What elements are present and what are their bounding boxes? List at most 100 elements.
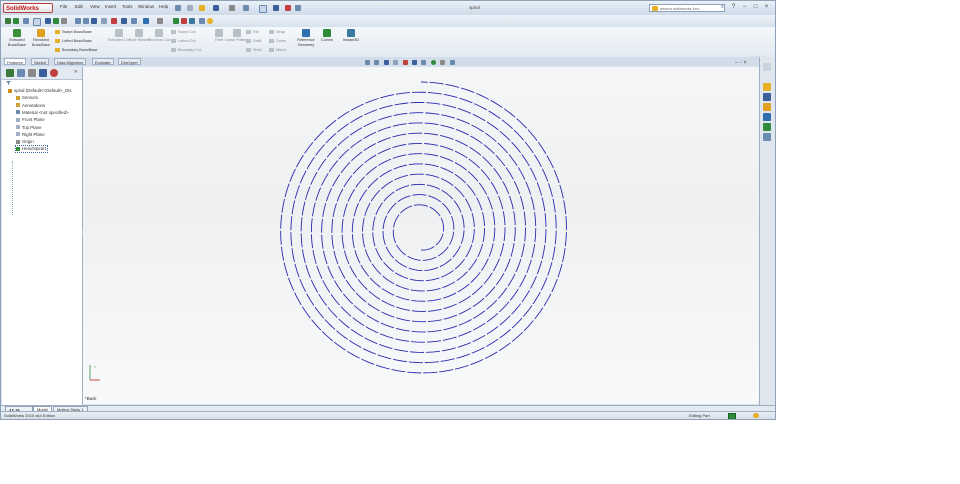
- solidworks-logo[interactable]: SolidWorks: [3, 3, 53, 13]
- search-go-icon[interactable]: ⌕: [719, 4, 726, 11]
- graphics-area[interactable]: Y *Back: [83, 67, 759, 404]
- solidworks-resources-icon[interactable]: [763, 63, 771, 71]
- menu-help[interactable]: Help: [159, 4, 168, 9]
- menu-edit[interactable]: Edit: [75, 4, 83, 9]
- camera-icon[interactable]: [199, 18, 205, 24]
- tab-evaluate[interactable]: Evaluate: [92, 58, 114, 65]
- rib-button[interactable]: Rib: [246, 30, 259, 35]
- wrap-button[interactable]: Wrap: [269, 30, 285, 35]
- photoview-icon[interactable]: [207, 18, 213, 24]
- extruded-boss-base-button[interactable]: Extruded Boss/Base: [5, 29, 29, 47]
- section-view-icon[interactable]: [101, 18, 107, 24]
- tree-node[interactable]: Annotations: [16, 103, 45, 109]
- instant3d-button[interactable]: Instant3D: [339, 29, 363, 43]
- rotate-icon[interactable]: [157, 18, 163, 24]
- tree-node[interactable]: Helix/Spiral1: [15, 145, 48, 154]
- spiral-path[interactable]: [280, 81, 567, 374]
- appearance-icon[interactable]: [53, 18, 59, 24]
- menu-file[interactable]: File: [60, 4, 67, 9]
- mirror-button[interactable]: Mirror: [269, 48, 286, 53]
- zoom-area-icon[interactable]: [83, 18, 89, 24]
- spiral-curve[interactable]: [83, 67, 759, 404]
- custom-properties-icon[interactable]: [763, 133, 771, 141]
- view-orientation-icon[interactable]: [402, 60, 408, 65]
- ambient-icon[interactable]: [189, 18, 195, 24]
- realview-icon[interactable]: [173, 18, 179, 24]
- filter-icon[interactable]: [6, 81, 11, 85]
- undo-icon[interactable]: [243, 5, 249, 11]
- search-input[interactable]: search solidworks kno: [649, 4, 725, 12]
- curves-button[interactable]: Curves: [317, 29, 337, 43]
- tree-node[interactable]: Top Plane: [16, 125, 42, 131]
- menu-tools[interactable]: Tools: [122, 4, 133, 9]
- swept-cut-button[interactable]: Swept Cut: [171, 30, 196, 35]
- design-library-icon[interactable]: [763, 93, 771, 101]
- tree-node[interactable]: Sensors: [16, 95, 38, 101]
- revolved-boss-base-button[interactable]: Revolved Boss/Base: [29, 29, 53, 47]
- pin-icon[interactable]: [175, 5, 181, 11]
- help-icon[interactable]: ?: [730, 4, 737, 11]
- new-icon[interactable]: [187, 5, 193, 11]
- menu-view[interactable]: View: [90, 4, 100, 9]
- tree-node[interactable]: Front Plane: [16, 117, 45, 123]
- section-view-icon[interactable]: [393, 60, 399, 65]
- hidden-lines-icon[interactable]: [121, 18, 127, 24]
- zoom-fit-icon[interactable]: [75, 18, 81, 24]
- hide-show-icon[interactable]: [45, 18, 51, 24]
- view-palette-icon[interactable]: [763, 113, 771, 121]
- home-icon[interactable]: [763, 83, 771, 91]
- shell-button[interactable]: Shell: [246, 48, 261, 53]
- select-icon[interactable]: [259, 5, 267, 13]
- minimize-icon[interactable]: −: [741, 4, 748, 11]
- scene-icon[interactable]: [61, 18, 67, 24]
- shadows-icon[interactable]: [181, 18, 187, 24]
- maximize-icon[interactable]: □: [752, 4, 759, 11]
- shaded-icon[interactable]: [131, 18, 137, 24]
- zoom-area-icon[interactable]: [374, 60, 380, 65]
- save-icon[interactable]: [213, 5, 219, 11]
- draft-button[interactable]: Draft: [246, 39, 261, 44]
- doc-close-icon[interactable]: ×: [744, 60, 749, 66]
- revolved-cut-button[interactable]: Revolved Cut: [147, 29, 171, 43]
- options-icon[interactable]: [295, 5, 301, 11]
- display-style-icon[interactable]: [33, 18, 41, 26]
- tab-dimxpert[interactable]: DimXpert: [118, 58, 141, 65]
- hide-show-items-icon[interactable]: [421, 60, 427, 65]
- display-style-icon[interactable]: [411, 60, 417, 65]
- configuration-manager-icon[interactable]: [28, 69, 36, 77]
- tree-node[interactable]: spiral (Default<<Default>_Dis: [8, 88, 71, 94]
- sketch-icon[interactable]: [5, 18, 11, 24]
- tree-node[interactable]: Right Plane: [16, 132, 45, 138]
- reference-geometry-button[interactable]: Reference Geometry: [293, 29, 319, 47]
- help-status-icon[interactable]: [753, 413, 759, 418]
- previous-view-icon[interactable]: [91, 18, 97, 24]
- smart-dimension-icon[interactable]: [13, 18, 19, 24]
- previous-view-icon[interactable]: [383, 60, 389, 65]
- view-settings-icon[interactable]: [449, 60, 455, 65]
- display-manager-icon[interactable]: [50, 69, 58, 77]
- property-manager-icon[interactable]: [17, 69, 25, 77]
- tree-node[interactable]: Origin: [16, 139, 34, 145]
- rebuild-icon[interactable]: [273, 5, 279, 11]
- chevron-right-icon[interactable]: »: [74, 69, 77, 75]
- apply-scene-icon[interactable]: [440, 60, 446, 65]
- dimxpert-manager-icon[interactable]: [39, 69, 47, 77]
- edit-appearance-icon[interactable]: [430, 60, 436, 65]
- boundary-cut-button[interactable]: Boundary Cut: [171, 48, 201, 53]
- close-icon[interactable]: ×: [763, 4, 770, 11]
- rebuild-status-icon[interactable]: [728, 413, 736, 419]
- tab-features[interactable]: Features: [4, 58, 26, 65]
- tab-sketch[interactable]: Sketch: [31, 58, 50, 65]
- feature-manager-icon[interactable]: [6, 69, 14, 77]
- zoom-fit-icon[interactable]: [365, 60, 370, 65]
- menu-insert[interactable]: Insert: [105, 4, 116, 9]
- lofted-cut-button[interactable]: Lofted Cut: [171, 39, 196, 44]
- open-icon[interactable]: [199, 5, 205, 11]
- view-icon[interactable]: [111, 18, 117, 24]
- appearances-icon[interactable]: [763, 123, 771, 131]
- boundary-boss-base-button[interactable]: Boundary Boss/Base: [55, 48, 97, 53]
- swept-boss-base-button[interactable]: Swept Boss/Base: [55, 30, 92, 35]
- tab-data-migration[interactable]: Data Migration: [54, 58, 87, 65]
- lofted-boss-base-button[interactable]: Lofted Boss/Base: [55, 39, 92, 44]
- dome-button[interactable]: Dome: [269, 39, 286, 44]
